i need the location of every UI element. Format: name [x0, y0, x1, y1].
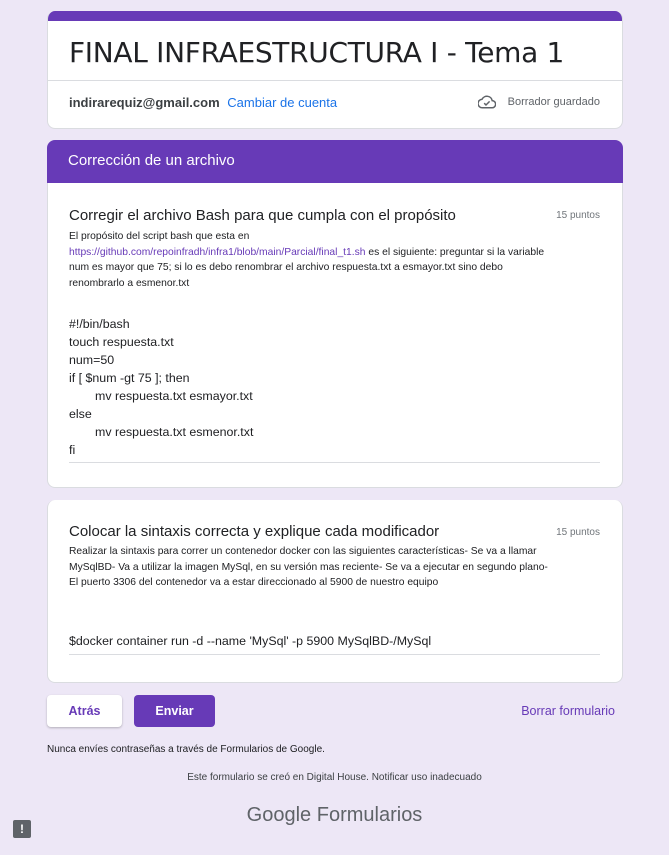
question-title: Corregir el archivo Bash para que cumpla… [69, 207, 456, 224]
answer-line: mv respuesta.txt esmayor.txt [95, 389, 253, 403]
answer-line: touch respuesta.txt [69, 335, 174, 349]
answer-line: #!/bin/bash [69, 317, 130, 331]
answer-input[interactable]: $docker container run -d --name 'MySql' … [69, 632, 600, 655]
brand-product: Formularios [316, 804, 423, 826]
cloud-done-icon [477, 95, 496, 109]
description-text: El propósito del script bash que esta en [69, 231, 250, 242]
answer-line: else [69, 407, 92, 421]
password-warning: Nunca envíes contraseñas a través de For… [47, 744, 325, 755]
question-points: 15 puntos [556, 210, 600, 221]
brand-google: Google [246, 804, 312, 826]
section-title: Corrección de un archivo [68, 152, 235, 169]
form-title-card: FINAL INFRAESTRUCTURA I - Tema 1 indirar… [47, 11, 623, 129]
answer-line: if [ $num -gt 75 ]; then [69, 371, 190, 385]
question-description: El propósito del script bash que esta en… [69, 229, 549, 291]
answer-line: mv respuesta.txt esmenor.txt [95, 425, 254, 439]
google-forms-logo: Google Formularios [0, 804, 669, 827]
question-card: Colocar la sintaxis correcta y explique … [47, 500, 623, 683]
footer-note: Este formulario se creó en Digital House… [187, 772, 482, 783]
question-card: Corregir el archivo Bash para que cumpla… [47, 183, 623, 488]
draft-status: Borrador guardado [477, 95, 600, 109]
github-link[interactable]: https://github.com/repoinfradh/infra1/bl… [69, 247, 366, 258]
answer-line: num=50 [69, 353, 115, 367]
clear-form-button[interactable]: Borrar formulario [521, 704, 615, 718]
question-points: 15 puntos [556, 527, 600, 538]
divider [48, 80, 622, 81]
account-email: indirarequiz@gmail.com [69, 95, 220, 110]
back-button[interactable]: Atrás [47, 695, 122, 727]
answer-textarea[interactable]: #!/bin/bash touch respuesta.txt num=50 i… [69, 315, 600, 463]
question-description: Realizar la sintaxis para correr un cont… [69, 546, 548, 588]
account-row: indirarequiz@gmail.com Cambiar de cuenta [69, 95, 337, 110]
title-accent-bar [48, 11, 622, 21]
submit-button[interactable]: Enviar [134, 695, 215, 727]
question-title: Colocar la sintaxis correcta y explique … [69, 523, 440, 540]
switch-account-link[interactable]: Cambiar de cuenta [227, 95, 337, 110]
answer-line: fi [69, 443, 76, 457]
form-title: FINAL INFRAESTRUCTURA I - Tema 1 [69, 36, 565, 69]
report-icon[interactable]: ! [13, 820, 31, 838]
draft-status-label: Borrador guardado [507, 96, 600, 108]
section-header: Corrección de un archivo [47, 140, 623, 183]
